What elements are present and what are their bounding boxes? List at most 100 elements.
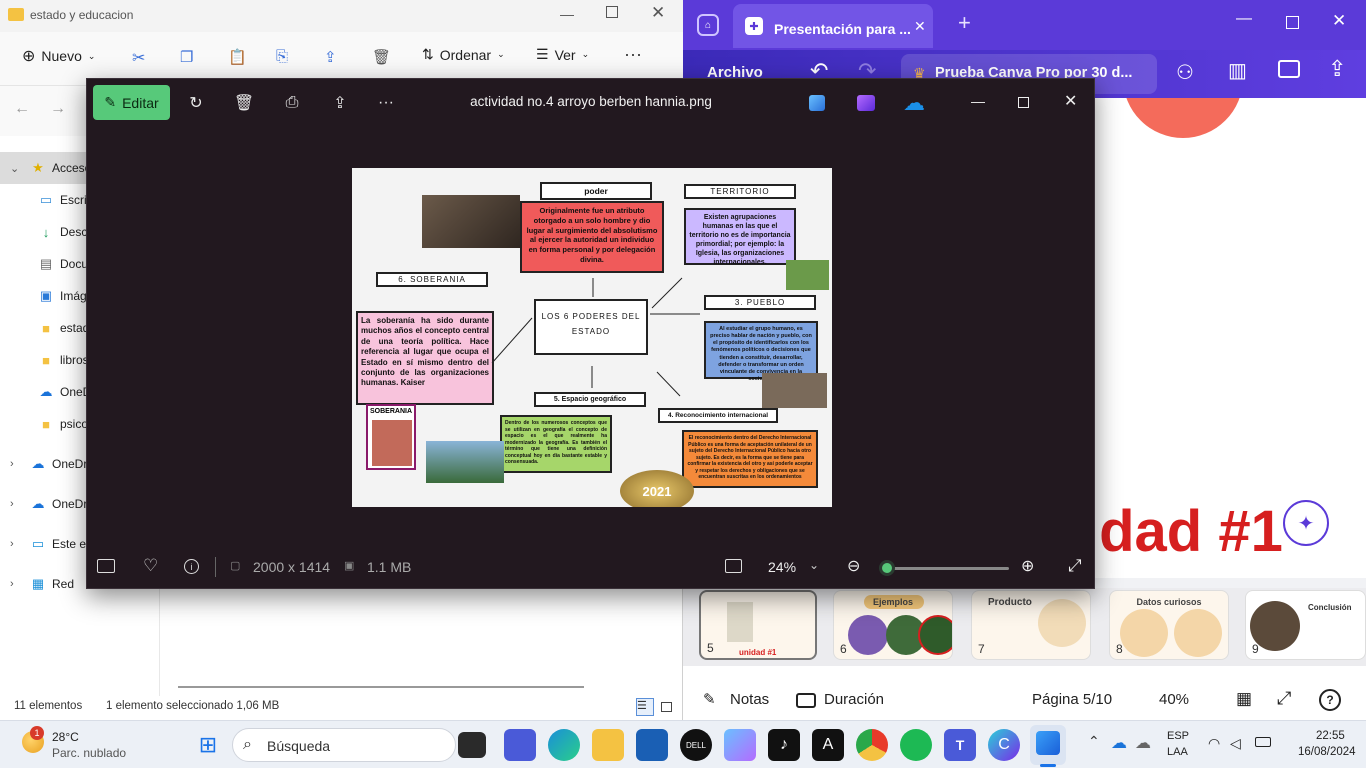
fullscreen-icon[interactable]: ⤢ <box>1277 688 1291 709</box>
close-button[interactable]: ✕ <box>1332 11 1346 31</box>
onedrive-personal-icon[interactable]: ☁ <box>1135 733 1151 753</box>
search-box[interactable]: ⌕ Búsqueda <box>232 728 456 762</box>
home-icon[interactable]: ⌂ <box>697 14 719 36</box>
help-icon[interactable]: ? <box>1319 689 1341 711</box>
adobe-icon[interactable]: A <box>812 729 844 761</box>
horizontal-scrollbar[interactable] <box>178 686 584 688</box>
thumbnail-5[interactable]: 5 unidad #1 <box>699 590 817 660</box>
dell-icon[interactable]: DELL <box>680 729 712 761</box>
zoom-out-icon[interactable]: ⊖ <box>847 556 860 576</box>
maximize-button[interactable] <box>1286 16 1299 29</box>
filmstrip-icon[interactable] <box>97 559 115 573</box>
copilot-icon[interactable] <box>724 729 756 761</box>
minimize-button[interactable]: — <box>560 6 574 22</box>
thumbnail-9[interactable]: Conclusión 9 <box>1245 590 1366 660</box>
zoom-slider-thumb[interactable] <box>879 560 896 576</box>
tab-label: Presentación para ... <box>774 21 911 37</box>
clock-time[interactable]: 22:55 <box>1316 730 1345 742</box>
teams-meet-icon[interactable] <box>504 729 536 761</box>
people-icon[interactable]: ⚇ <box>1176 60 1194 85</box>
zoom-level[interactable]: 40% <box>1159 691 1189 708</box>
zoom-in-icon[interactable]: ⊕ <box>1021 556 1034 576</box>
tiles-view-icon[interactable] <box>661 702 672 712</box>
info-icon[interactable]: i <box>184 559 199 574</box>
chart-icon[interactable]: ▥ <box>1228 58 1247 83</box>
thumbnail-7[interactable]: Producto 7 <box>971 590 1091 660</box>
explorer-title: estado y educacion <box>30 8 134 22</box>
grid-view-icon[interactable]: ▦ <box>1236 689 1252 709</box>
copy-icon[interactable]: ❐ <box>180 48 193 66</box>
paste-icon[interactable]: 📋 <box>228 48 247 66</box>
sort-button[interactable]: ⇅ Ordenar ⌄ <box>422 46 505 63</box>
forward-icon[interactable]: → <box>50 100 66 118</box>
language-indicator[interactable]: ESP <box>1167 730 1189 742</box>
edge-icon[interactable] <box>548 729 580 761</box>
onedrive-tray-icon[interactable]: ☁ <box>1111 733 1127 753</box>
tab-presentation[interactable]: ✚ Presentación para ... ✕ <box>733 4 933 48</box>
teams-icon[interactable]: T <box>944 729 976 761</box>
duration-button[interactable]: Duración <box>824 691 884 708</box>
delete-icon[interactable]: 🗑 <box>372 48 391 66</box>
onedrive-icon[interactable]: ☁ <box>903 90 925 116</box>
new-tab-button[interactable]: + <box>958 10 971 36</box>
thumbnail-6[interactable]: Ejemplos 6 <box>833 590 953 660</box>
task-view-icon[interactable] <box>458 732 486 758</box>
new-button[interactable]: ⊕ Nuevo ⌄ <box>22 46 95 66</box>
zoom-slider-track[interactable] <box>881 567 1009 570</box>
spotify-icon[interactable] <box>900 729 932 761</box>
zoom-dropdown[interactable]: 24% ⌄ <box>757 552 831 582</box>
designer-icon[interactable] <box>809 95 825 111</box>
folder-icon: ■ <box>42 416 50 432</box>
present-icon[interactable] <box>1278 60 1300 78</box>
fullscreen-icon[interactable]: ⤢ <box>1068 556 1082 576</box>
keyboard-layout[interactable]: LAA <box>1167 746 1188 758</box>
close-button[interactable]: ✕ <box>651 3 665 23</box>
edit-button[interactable]: ✎ Editar <box>93 85 170 120</box>
canva-icon[interactable]: C <box>988 729 1020 761</box>
search-icon: ⌕ <box>243 736 252 753</box>
back-icon[interactable]: ← <box>14 100 30 118</box>
volume-icon[interactable]: ◁ <box>1230 735 1241 752</box>
store-icon[interactable] <box>636 729 668 761</box>
maximize-button[interactable] <box>1018 97 1029 108</box>
rotate-icon[interactable]: ↻ <box>181 88 211 118</box>
delete-icon[interactable]: 🗑 <box>229 88 259 118</box>
sidebar-item-label: Red <box>52 577 75 591</box>
tiktok-icon[interactable]: ♪ <box>768 729 800 761</box>
minimize-button[interactable]: — <box>971 93 985 109</box>
clock-date[interactable]: 16/08/2024 <box>1298 746 1356 758</box>
close-button[interactable]: ✕ <box>1064 91 1077 111</box>
share-icon[interactable]: ⇪ <box>1328 56 1346 82</box>
start-icon[interactable]: ⊞ <box>192 729 224 761</box>
thumbnail-8[interactable]: Datos curiosos 8 <box>1109 590 1229 660</box>
dimensions-icon: ▢ <box>230 560 241 572</box>
favorite-icon[interactable]: ♡ <box>143 556 158 576</box>
chrome-icon[interactable] <box>856 729 888 761</box>
thumbnail-number: 8 <box>1116 642 1123 656</box>
taskbar: 1 28°C Parc. nublado ⊞ ⌕ Búsqueda DELL ♪… <box>0 720 1366 768</box>
details-view-icon[interactable]: ☰ <box>636 698 654 716</box>
mind-map-image[interactable]: poder Originalmente fue un atributo otor… <box>352 168 832 507</box>
explorer-statusbar: 11 elementos 1 elemento seleccionado 1,0… <box>0 696 683 720</box>
clipchamp-icon[interactable] <box>857 95 875 111</box>
more-icon[interactable]: ··· <box>624 44 642 65</box>
chevron-up-icon[interactable]: ⌃ <box>1088 733 1100 750</box>
page-indicator[interactable]: Página 5/10 <box>1032 691 1112 708</box>
rename-icon[interactable]: ⎘ <box>276 48 288 65</box>
magic-ai-button[interactable]: ✦ <box>1283 500 1329 546</box>
share-icon[interactable]: ⇪ <box>325 88 355 118</box>
close-tab-icon[interactable]: ✕ <box>914 18 926 35</box>
cut-icon[interactable]: ✂ <box>132 48 145 68</box>
maximize-button[interactable] <box>606 6 618 18</box>
photos-bottombar: ♡ i ▢ 2000 x 1414 ▣ 1.1 MB 24% ⌄ ⊖ ⊕ ⤢ <box>87 547 1094 588</box>
view-button[interactable]: ☰ Ver ⌄ <box>536 46 589 63</box>
share-icon[interactable]: ⇪ <box>324 48 337 66</box>
wifi-icon[interactable]: ◠ <box>1208 735 1220 752</box>
battery-icon[interactable] <box>1255 737 1271 747</box>
print-icon[interactable]: ⎙ <box>277 88 307 118</box>
file-explorer-icon[interactable] <box>592 729 624 761</box>
cloud-icon: ☁ <box>31 456 45 471</box>
notes-button[interactable]: Notas <box>730 691 769 708</box>
minimize-button[interactable]: — <box>1236 10 1252 28</box>
fit-screen-icon[interactable] <box>725 559 742 573</box>
